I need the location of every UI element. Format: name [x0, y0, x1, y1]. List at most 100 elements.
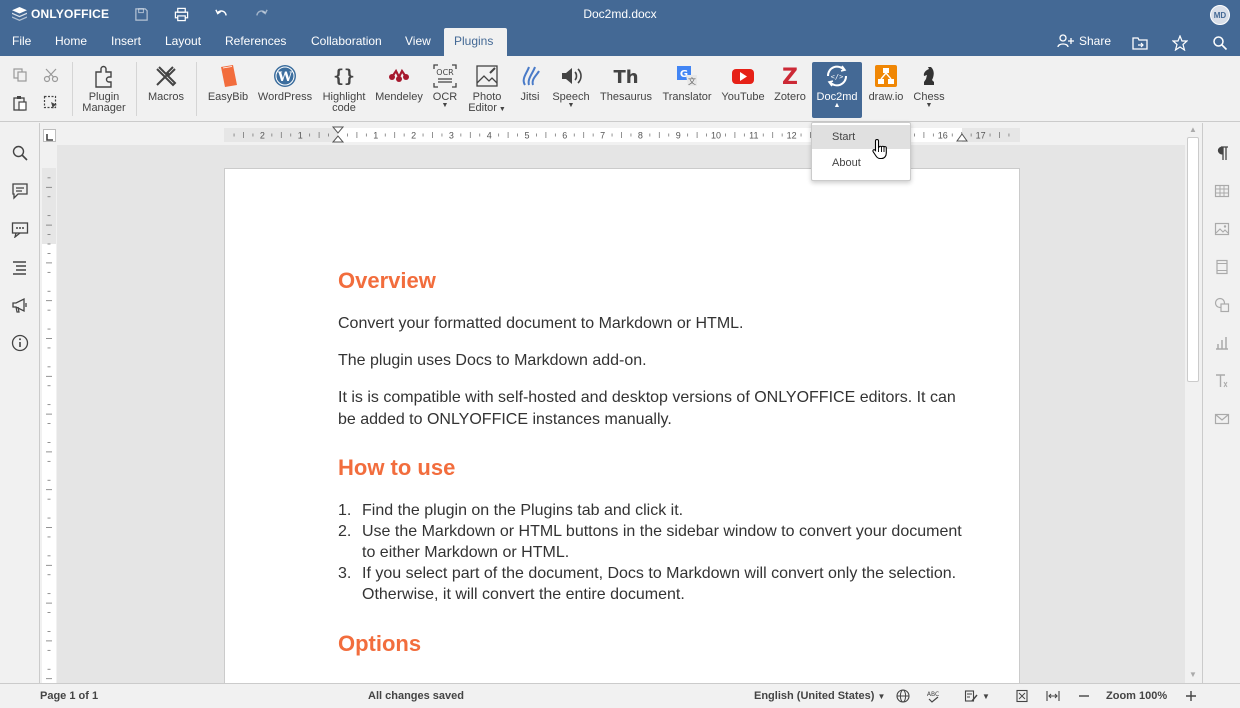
page-indicator[interactable]: Page 1 of 1 [40, 690, 98, 702]
select-all-icon[interactable] [41, 93, 61, 113]
scrollbar-thumb[interactable] [1187, 137, 1199, 382]
macros-button[interactable]: Macros [144, 62, 188, 118]
heading-overview: Overview [338, 268, 436, 293]
fit-to-page-icon[interactable] [1014, 688, 1030, 704]
tab-view[interactable]: View [395, 28, 441, 56]
tab-layout[interactable]: Layout [155, 28, 211, 56]
tab-references[interactable]: References [215, 28, 296, 56]
header-footer-settings-icon[interactable] [1213, 258, 1231, 276]
youtube-button[interactable]: YouTube [718, 62, 768, 118]
share-button[interactable]: Share [1057, 34, 1111, 48]
toolbar-separator [72, 62, 73, 116]
document-page[interactable]: Overview Convert your formatted document… [224, 168, 1020, 683]
tab-insert[interactable]: Insert [101, 28, 151, 56]
svg-text:{}: {} [333, 66, 355, 87]
doc2md-icon: </> [823, 62, 851, 90]
speech-button[interactable]: Speech ▼ [549, 62, 593, 118]
ocr-caret-icon: ▼ [441, 102, 449, 109]
plugin-manager-button[interactable]: Plugin Manager [78, 62, 130, 118]
translator-label: Translator [662, 91, 712, 103]
macros-label: Macros [147, 91, 185, 103]
ruler-number: 9 [676, 131, 681, 141]
drawio-button[interactable]: draw.io [866, 62, 906, 118]
photo-editor-button[interactable]: Photo Editor ▼ [466, 62, 508, 118]
text-art-settings-icon[interactable] [1213, 372, 1231, 390]
mendeley-button[interactable]: Mendeley [372, 62, 426, 118]
ruler-number: 3 [449, 131, 454, 141]
highlight-code-button[interactable]: {} Highlight code [318, 62, 370, 118]
about-info-icon[interactable] [10, 333, 30, 353]
scroll-up-arrow-icon[interactable]: ▲ [1188, 125, 1198, 135]
first-line-indent-marker[interactable] [332, 126, 344, 144]
set-document-language-icon[interactable] [895, 688, 911, 704]
chart-settings-icon[interactable] [1213, 334, 1231, 352]
menu-item-start[interactable]: Start [812, 125, 910, 149]
tab-collaboration[interactable]: Collaboration [301, 28, 392, 56]
list-item-text: Find the plugin on the Plugins tab and c… [362, 502, 684, 519]
document-title: Doc2md.docx [583, 7, 657, 21]
copy-icon[interactable] [10, 65, 30, 85]
doc2md-button[interactable]: </> Doc2md ▲ [812, 62, 862, 118]
speech-icon [557, 62, 585, 90]
vertical-scrollbar[interactable]: ▲ ▼ [1185, 123, 1201, 683]
user-avatar[interactable]: MD [1210, 5, 1230, 25]
cut-icon[interactable] [41, 65, 61, 85]
comments-icon[interactable] [10, 181, 30, 201]
jitsi-button[interactable]: Jitsi [514, 62, 546, 118]
wordpress-button[interactable]: W WordPress [256, 62, 314, 118]
track-changes-caret-icon[interactable]: ▼ [982, 692, 990, 701]
left-sidebar [0, 123, 40, 683]
tab-file[interactable]: File [2, 28, 41, 56]
easybib-label: EasyBib [207, 91, 249, 103]
chat-icon[interactable] [10, 219, 30, 239]
shape-settings-icon[interactable] [1213, 296, 1231, 314]
tab-stop-selector[interactable] [43, 129, 56, 142]
tab-home[interactable]: Home [45, 28, 97, 56]
easybib-button[interactable]: EasyBib [205, 62, 251, 118]
thesaurus-label: Thesaurus [600, 91, 652, 103]
svg-text:W: W [277, 70, 293, 85]
track-changes-icon[interactable] [963, 688, 979, 704]
plugins-toolbar: Plugin Manager Macros EasyBib W WordPres… [0, 56, 1240, 122]
open-file-location-icon[interactable] [1131, 34, 1149, 52]
svg-text:文: 文 [688, 76, 696, 86]
table-settings-icon[interactable] [1213, 182, 1231, 200]
title-bar: ONLYOFFICE Doc2md.docx MD [0, 0, 1240, 28]
zoom-in-icon[interactable] [1183, 688, 1199, 704]
youtube-icon [729, 62, 757, 90]
ocr-button[interactable]: OCR OCR ▼ [428, 62, 462, 118]
status-bar: Page 1 of 1 All changes saved English (U… [0, 683, 1240, 708]
search-icon[interactable] [1211, 34, 1229, 52]
favorite-star-icon[interactable] [1171, 34, 1189, 52]
paste-icon[interactable] [10, 93, 30, 113]
feedback-megaphone-icon[interactable] [10, 295, 30, 315]
fit-to-width-icon[interactable] [1045, 688, 1061, 704]
right-indent-marker[interactable] [956, 130, 968, 142]
chess-caret-icon: ▼ [925, 102, 933, 109]
thesaurus-button[interactable]: Th Thesaurus [597, 62, 655, 118]
mendeley-icon [385, 62, 413, 90]
scroll-down-arrow-icon[interactable]: ▼ [1188, 670, 1198, 680]
photo-editor-icon [473, 62, 501, 90]
youtube-label: YouTube [721, 91, 765, 103]
translator-button[interactable]: G文 Translator [659, 62, 715, 118]
spell-check-icon[interactable]: ABC [925, 688, 941, 704]
photo-editor-caret-icon: ▼ [496, 106, 506, 113]
image-settings-icon[interactable] [1213, 220, 1231, 238]
tab-plugins[interactable]: Plugins [444, 28, 507, 56]
mail-merge-icon[interactable] [1213, 410, 1231, 428]
ruler-number: 2 [260, 131, 265, 141]
drawio-icon [872, 62, 900, 90]
paragraph-settings-icon[interactable] [1213, 144, 1231, 162]
document-canvas[interactable]: Overview Convert your formatted document… [57, 145, 1185, 683]
zoom-level[interactable]: Zoom 100% [1106, 690, 1167, 702]
menu-item-about[interactable]: About [812, 151, 910, 175]
navigation-headings-icon[interactable] [10, 257, 30, 277]
svg-text:</>: </> [831, 73, 844, 81]
zoom-out-icon[interactable] [1076, 688, 1092, 704]
chess-button[interactable]: Chess ▼ [910, 62, 948, 118]
zotero-button[interactable]: Z Zotero [772, 62, 808, 118]
language-selector[interactable]: English (United States) ▼ [754, 690, 885, 702]
vertical-ruler[interactable] [42, 168, 56, 683]
search-icon[interactable] [10, 143, 30, 163]
